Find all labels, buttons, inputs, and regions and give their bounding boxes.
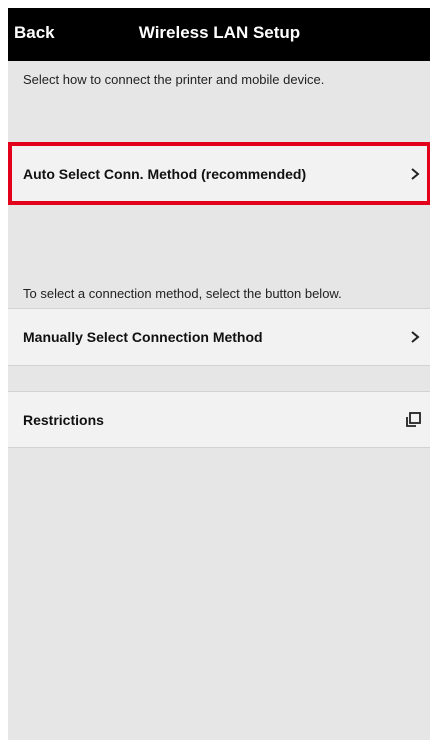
chevron-right-icon — [411, 167, 420, 180]
intro-text: Select how to connect the printer and mo… — [23, 72, 325, 87]
manual-caption: To select a connection method, select th… — [23, 286, 342, 301]
app-screen: Back Wireless LAN Setup Select how to co… — [8, 8, 430, 740]
page-title: Wireless LAN Setup — [138, 23, 301, 42]
auto-select-connection-button[interactable]: Auto Select Conn. Method (recommended) — [8, 146, 430, 201]
restrictions-button[interactable]: Restrictions — [8, 391, 430, 448]
external-window-icon — [406, 411, 421, 427]
manual-select-label: Manually Select Connection Method — [23, 329, 263, 345]
nav-bar: Back Wireless LAN Setup — [8, 8, 430, 61]
chevron-right-icon — [411, 331, 420, 343]
restrictions-label: Restrictions — [23, 411, 104, 428]
manual-select-connection-button[interactable]: Manually Select Connection Method — [8, 308, 430, 366]
auto-select-label: Auto Select Conn. Method (recommended) — [23, 165, 307, 182]
